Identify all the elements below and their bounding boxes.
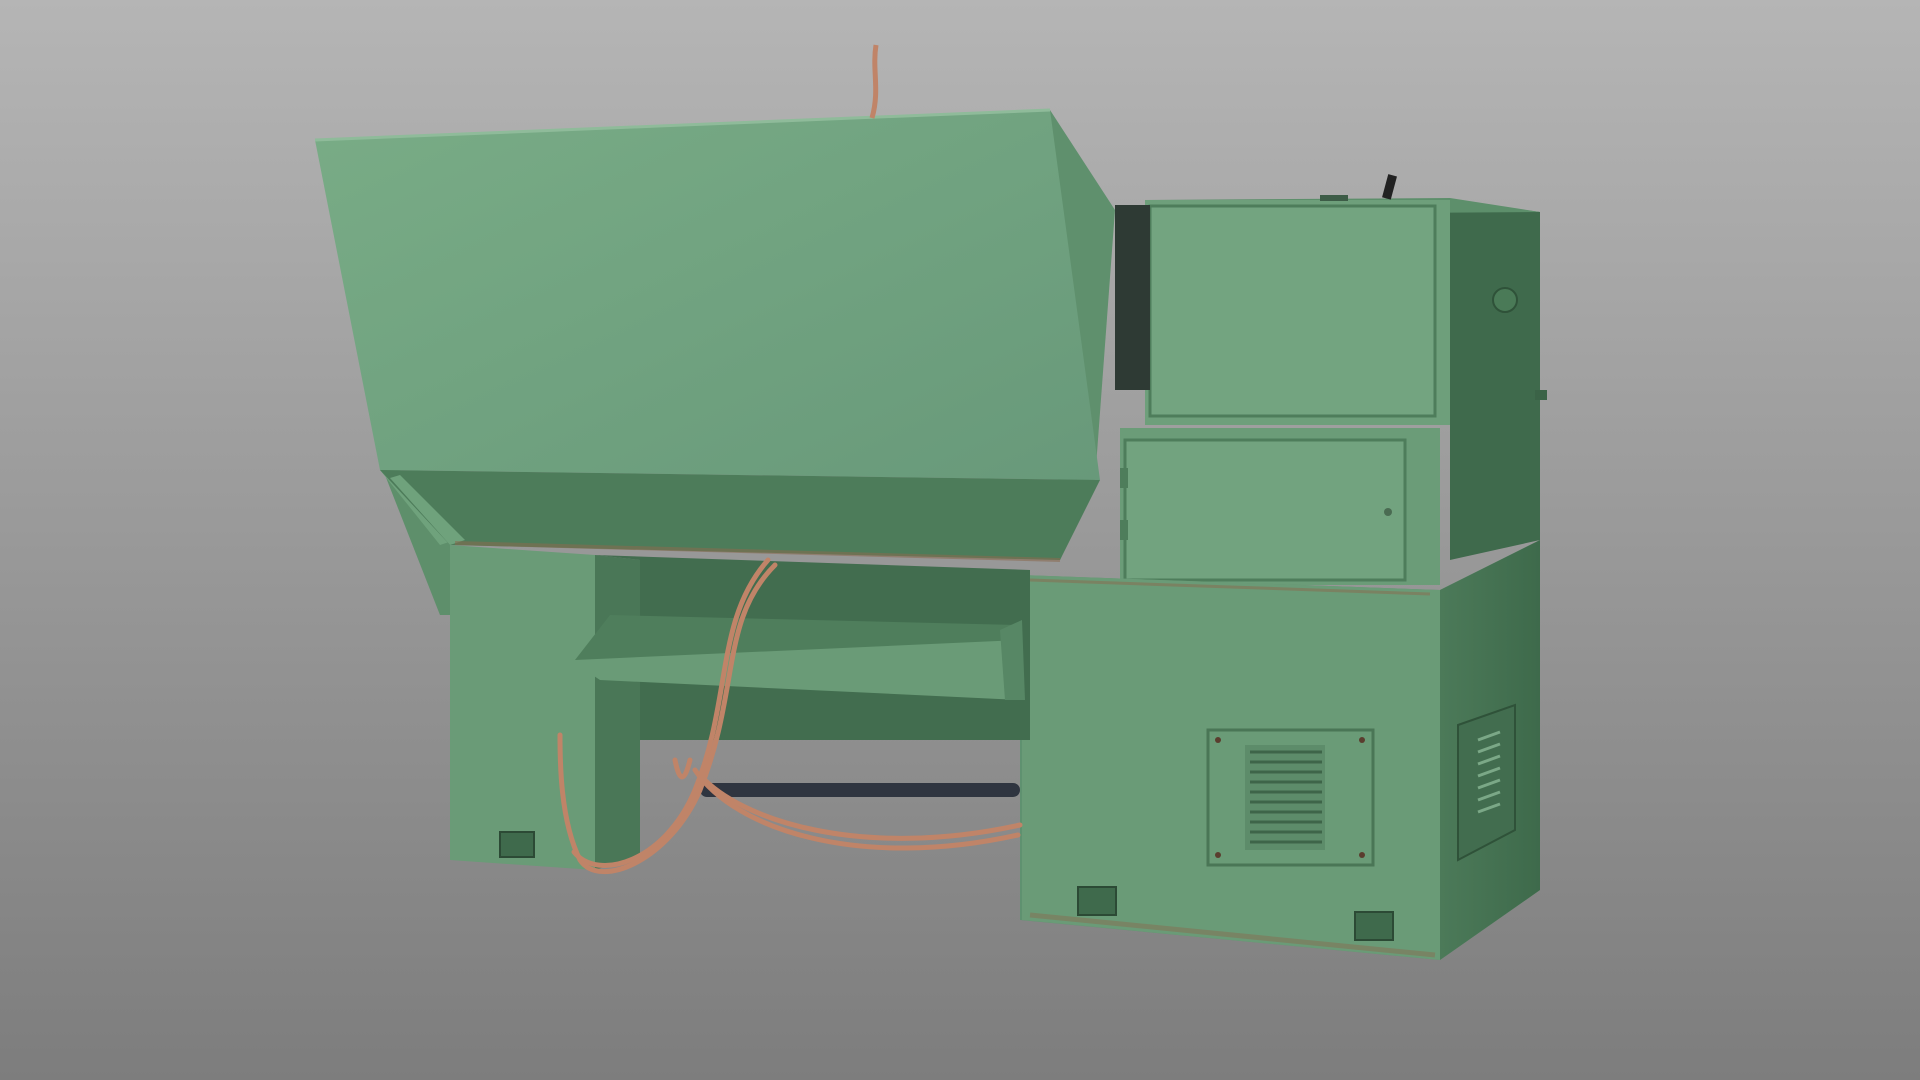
foot-pocket bbox=[1354, 911, 1394, 941]
side-knob bbox=[1492, 287, 1518, 313]
render-viewport bbox=[0, 0, 1920, 1080]
machine-render bbox=[0, 0, 1920, 1080]
front-vent-grille bbox=[1206, 728, 1375, 867]
cross-rod bbox=[700, 783, 1020, 797]
hopper bbox=[314, 108, 1115, 562]
middle-cabinet-door bbox=[1123, 438, 1407, 582]
upper-cabinet-door bbox=[1148, 204, 1437, 418]
foot-pocket bbox=[1077, 886, 1117, 916]
